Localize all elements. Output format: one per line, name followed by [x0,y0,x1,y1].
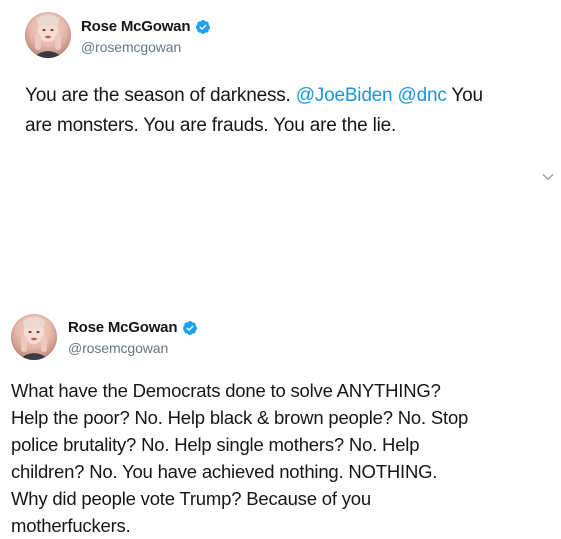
chevron-down-icon[interactable] [540,169,556,185]
tweet-text-line-4: children? No. You have achieved nothing.… [11,461,438,482]
tweet-text-line-1: You are the season of darkness. @JoeBide… [25,81,550,111]
author-handle[interactable]: @rosemcgowan [81,39,181,55]
tweet-1[interactable]: Rose McGowan @rosemcgowan You are the se… [0,0,561,150]
author-name[interactable]: Rose McGowan [68,319,177,336]
mention-dnc[interactable]: @dnc [398,85,447,106]
avatar-photo [33,15,63,58]
author-name[interactable]: Rose McGowan [81,18,190,35]
tweet-text-line-6: motherfuckers. [11,515,131,536]
author-name-row[interactable]: Rose McGowan [81,18,211,35]
mention-joebiden[interactable]: @JoeBiden [296,85,393,106]
tweet-text-line-1: What have the Democrats done to solve AN… [11,380,441,401]
tweet-text: You are the season of darkness. @JoeBide… [25,81,550,141]
author-name-row[interactable]: Rose McGowan [68,319,198,336]
tweet-text-line-2: Help the poor? No. Help black & brown pe… [11,407,469,428]
text-segment: You are the season of darkness. [25,85,296,106]
author-handle[interactable]: @rosemcgowan [68,340,168,356]
avatar[interactable] [11,314,57,360]
tweet-text-line-3: police brutality? No. Help single mother… [11,434,420,455]
tweet-2[interactable]: Rose McGowan @rosemcgowan What have the … [0,150,561,536]
text-segment: are monsters. You are frauds. You are th… [25,115,397,136]
verified-badge-icon [182,320,198,336]
avatar-photo [19,317,49,360]
verified-badge-icon [195,19,211,35]
avatar[interactable] [25,12,71,58]
tweet-text: What have the Democrats done to solve AN… [11,377,556,539]
text-segment: You [446,85,483,106]
tweet-text-line-5: Why did people vote Trump? Because of yo… [11,488,371,509]
tweet-text-line-2: are monsters. You are frauds. You are th… [25,111,550,141]
